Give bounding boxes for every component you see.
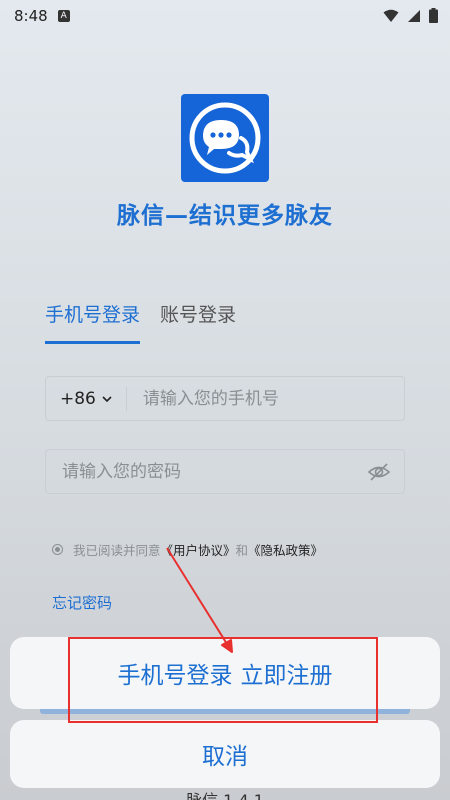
status-icons bbox=[383, 8, 438, 23]
country-code-select[interactable]: +86 bbox=[46, 377, 126, 420]
chat-bubbles-icon bbox=[189, 102, 261, 174]
agreement-prefix: 我已阅读并同意 bbox=[73, 543, 161, 558]
phone-field: +86 bbox=[45, 376, 405, 421]
signal-icon bbox=[408, 9, 420, 22]
action-sheet-cancel: 取消 bbox=[10, 720, 440, 788]
agreement-radio[interactable] bbox=[52, 544, 63, 555]
user-agreement-link[interactable]: 《用户协议》 bbox=[161, 540, 236, 559]
agreement-conjunction: 和 bbox=[235, 543, 249, 558]
sheet-phone-login-button[interactable]: 手机号登录 bbox=[118, 656, 233, 690]
tab-phone-login[interactable]: 手机号登录 bbox=[45, 300, 141, 344]
status-bar: 8:48 A bbox=[0, 0, 450, 32]
sheet-cancel-button[interactable]: 取消 bbox=[202, 737, 248, 771]
status-time: 8:48 bbox=[14, 7, 48, 25]
chevron-down-icon bbox=[102, 395, 112, 402]
eye-off-icon[interactable] bbox=[366, 459, 392, 485]
action-sheet-options: 手机号登录 立即注册 bbox=[10, 637, 440, 709]
notification-badge: A bbox=[57, 10, 70, 22]
country-code-value: +86 bbox=[60, 388, 96, 409]
forgot-password-link[interactable]: 忘记密码 bbox=[52, 592, 112, 613]
battery-icon bbox=[429, 8, 438, 23]
sheet-register-button[interactable]: 立即注册 bbox=[241, 656, 333, 690]
app-title: 脉信—结识更多脉友 bbox=[117, 203, 333, 229]
password-field bbox=[45, 449, 405, 494]
tab-account-login[interactable]: 账号登录 bbox=[160, 300, 236, 344]
app-logo bbox=[181, 94, 269, 182]
app-version: 脉信 1.4.1 bbox=[0, 787, 450, 800]
password-input[interactable] bbox=[46, 450, 366, 493]
phone-input[interactable] bbox=[126, 377, 404, 420]
wifi-icon bbox=[383, 9, 399, 22]
login-tabs: 手机号登录 账号登录 bbox=[45, 300, 236, 344]
privacy-policy-link[interactable]: 《隐私政策》 bbox=[248, 540, 323, 559]
agreement-row: 我已阅读并同意 《用户协议》 和 《隐私政策》 bbox=[52, 540, 323, 559]
